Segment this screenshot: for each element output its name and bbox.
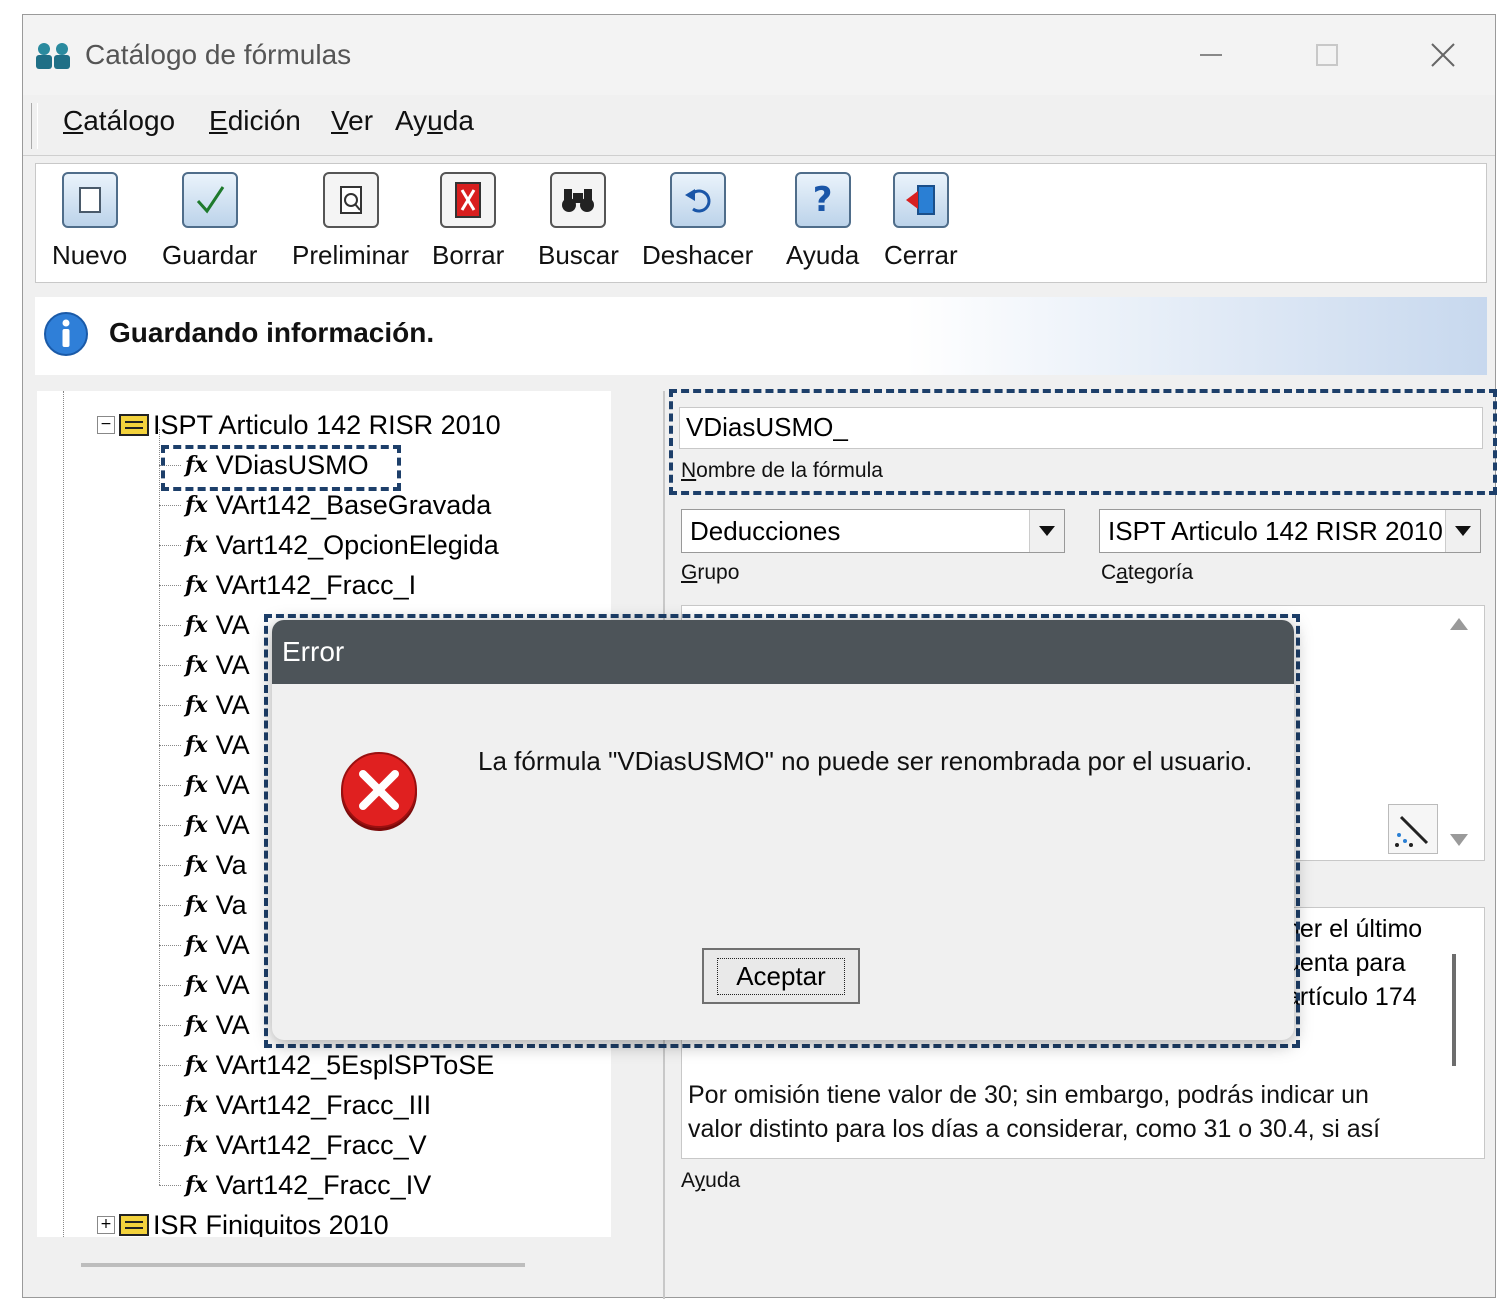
- formula-icon: fx: [185, 932, 208, 958]
- formula-icon: fx: [185, 852, 208, 878]
- category-icon: [119, 1214, 149, 1236]
- formula-icon: fx: [185, 1092, 208, 1118]
- question-mark-icon: ?: [794, 172, 851, 228]
- category-icon: [119, 414, 149, 436]
- binoculars-icon: [550, 172, 607, 228]
- undo-button[interactable]: Deshacer: [642, 172, 753, 271]
- info-icon: [44, 312, 88, 356]
- tree-item[interactable]: fx VArt142_BaseGravada: [185, 485, 491, 525]
- formula-icon: fx: [185, 972, 208, 998]
- group-select[interactable]: Deducciones: [681, 509, 1065, 553]
- new-button[interactable]: Nuevo: [52, 172, 127, 271]
- error-icon: [341, 752, 417, 831]
- delete-button[interactable]: Borrar: [432, 172, 504, 271]
- tree-item[interactable]: fx VA: [185, 965, 250, 1005]
- tree-group-ispt[interactable]: − ISPT Articulo 142 RISR 2010: [97, 405, 501, 445]
- tree-item[interactable]: fx VArt142_5EsplSPToSE: [185, 1045, 494, 1085]
- maximize-icon: [1316, 44, 1338, 66]
- formula-icon: fx: [185, 1052, 208, 1078]
- formula-icon: fx: [185, 492, 208, 518]
- minimize-icon: [1200, 54, 1222, 56]
- tree-horizontal-scrollbar[interactable]: [81, 1263, 525, 1267]
- group-label: Grupo: [681, 561, 740, 584]
- tree-item[interactable]: fx Va: [185, 845, 247, 885]
- accept-button[interactable]: Aceptar: [702, 948, 860, 1004]
- checkmark-icon: [181, 172, 238, 228]
- close-icon: [1431, 43, 1455, 67]
- formula-icon: fx: [185, 652, 208, 678]
- window-title: Catálogo de fórmulas: [85, 39, 352, 70]
- people-icon: [36, 43, 70, 69]
- tree-item[interactable]: fx VA: [185, 645, 250, 685]
- tree-item[interactable]: fx VA: [185, 805, 250, 845]
- tree-item[interactable]: fx VA: [185, 685, 250, 725]
- tree-item[interactable]: fx Vart142_OpcionElegida: [185, 525, 499, 565]
- tree-item[interactable]: fx VA: [185, 765, 250, 805]
- search-button[interactable]: Buscar: [538, 172, 619, 271]
- new-document-icon: [61, 172, 118, 228]
- expand-icon[interactable]: +: [97, 1216, 115, 1234]
- tree-item[interactable]: fx Vart142_Fracc_IV: [185, 1165, 431, 1205]
- formula-icon: fx: [185, 772, 208, 798]
- menu-edicion[interactable]: Edición: [209, 105, 301, 137]
- tree-item[interactable]: fx VArt142_Fracc_V: [185, 1125, 427, 1165]
- menu-catalogo[interactable]: Catálogo: [63, 105, 175, 137]
- category-select[interactable]: ISPT Articulo 142 RISR 2010: [1099, 509, 1481, 553]
- formula-icon: fx: [185, 732, 208, 758]
- magic-wand-icon: [1395, 815, 1429, 847]
- maximize-button[interactable]: [1297, 33, 1357, 77]
- help-button[interactable]: ? Ayuda: [786, 172, 859, 271]
- highlight-tree-item: [161, 445, 401, 491]
- formula-icon: fx: [185, 572, 208, 598]
- formula-icon: fx: [185, 692, 208, 718]
- tree-item[interactable]: fx VA: [185, 925, 250, 965]
- formula-icon: fx: [185, 1172, 208, 1198]
- menu-ver[interactable]: Ver: [331, 105, 373, 137]
- tree-item[interactable]: fx VA: [185, 605, 250, 645]
- tree-item[interactable]: fx VArt142_Fracc_I: [185, 565, 416, 605]
- formula-icon: fx: [185, 612, 208, 638]
- formula-icon: fx: [185, 812, 208, 838]
- category-label: Categoría: [1101, 561, 1194, 584]
- help-label: Ayuda: [681, 1169, 741, 1192]
- minimize-button[interactable]: [1181, 33, 1241, 77]
- close-toolbar-button[interactable]: Cerrar: [884, 172, 958, 271]
- delete-x-icon: [440, 172, 497, 228]
- tree-item[interactable]: fx VA: [185, 1005, 250, 1045]
- tree-item[interactable]: fx VA: [185, 725, 250, 765]
- tree-item[interactable]: fx Va: [185, 885, 247, 925]
- status-text: Guardando información.: [109, 317, 435, 348]
- scroll-up-icon[interactable]: [1448, 616, 1470, 632]
- scroll-down-icon[interactable]: [1448, 832, 1470, 848]
- preview-button[interactable]: Preliminar: [292, 172, 409, 271]
- toolbar: Nuevo Guardar Preliminar Borrar Buscar D…: [35, 163, 1487, 283]
- chevron-down-icon: [1029, 510, 1064, 552]
- tree-item[interactable]: fx VArt142_Fracc_III: [185, 1085, 431, 1125]
- formula-wizard-button[interactable]: [1388, 804, 1438, 854]
- dialog-message: La fórmula "VDiasUSMO" no puede ser reno…: [478, 746, 1253, 776]
- exit-door-icon: [892, 172, 949, 228]
- status-banner: Guardando información.: [35, 297, 1487, 375]
- help-scrollbar-thumb[interactable]: [1452, 954, 1456, 1066]
- collapse-icon[interactable]: −: [97, 416, 115, 434]
- menu-ayuda[interactable]: Ayuda: [395, 105, 474, 137]
- undo-arrow-icon: [669, 172, 726, 228]
- chevron-down-icon: [1445, 510, 1480, 552]
- error-dialog: Error La fórmula "VDiasUSMO" no puede se…: [272, 620, 1294, 1040]
- highlight-name-field: [669, 389, 1497, 495]
- formula-icon: fx: [185, 1012, 208, 1038]
- menu-grip: [31, 103, 38, 149]
- tree-group-isr-finiquitos[interactable]: + ISR Finiquitos 2010: [97, 1205, 389, 1237]
- menu-bar: Catálogo Edición Ver Ayuda: [23, 95, 1495, 156]
- formula-icon: fx: [185, 892, 208, 918]
- title-bar: Catálogo de fórmulas: [23, 15, 1495, 95]
- print-preview-icon: [322, 172, 379, 228]
- save-button[interactable]: Guardar: [162, 172, 257, 271]
- formula-icon: fx: [185, 1132, 208, 1158]
- dialog-title-bar: Error: [272, 620, 1294, 684]
- close-button[interactable]: [1413, 33, 1473, 77]
- formula-icon: fx: [185, 532, 208, 558]
